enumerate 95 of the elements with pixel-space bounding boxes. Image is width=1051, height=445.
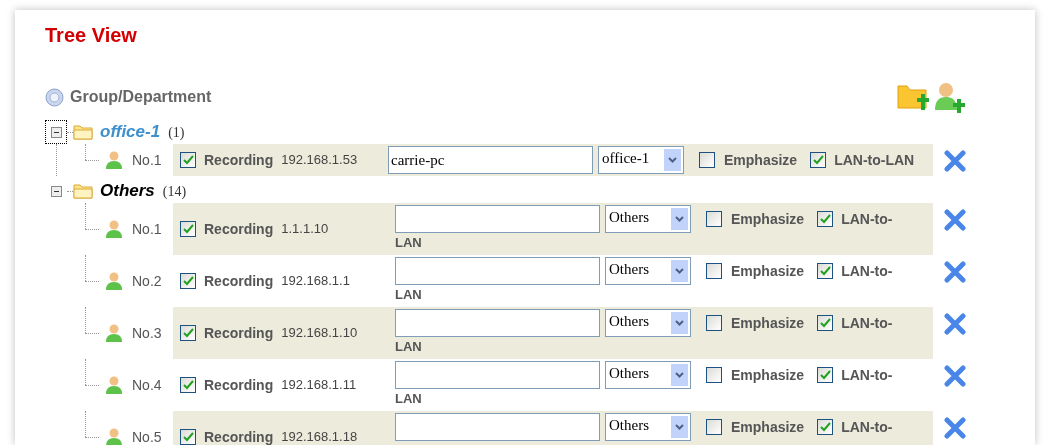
chevron-down-icon bbox=[671, 312, 688, 334]
group-count: (1) bbox=[168, 123, 185, 142]
checkbox[interactable] bbox=[817, 263, 834, 279]
ip-address: 192.168.1.1 bbox=[281, 272, 350, 291]
checkbox-label: LAN-to- bbox=[841, 261, 893, 281]
group-dropdown[interactable]: Others bbox=[605, 413, 691, 441]
delete-icon[interactable] bbox=[944, 209, 966, 231]
ip-address: 192.168.1.53 bbox=[281, 151, 358, 170]
expander-toggle[interactable] bbox=[45, 120, 67, 144]
checkbox-label: LAN-to- bbox=[841, 417, 893, 437]
add-folder-icon[interactable] bbox=[897, 82, 929, 112]
name-input[interactable] bbox=[395, 205, 600, 233]
device-number: No.1 bbox=[132, 219, 162, 239]
device-number: No.4 bbox=[132, 375, 162, 395]
person-icon bbox=[105, 427, 123, 445]
delete-icon[interactable] bbox=[944, 365, 966, 387]
checkbox-label: Emphasize bbox=[724, 150, 798, 170]
checkbox-label: Recording bbox=[204, 150, 274, 170]
checkbox-label: Emphasize bbox=[731, 313, 805, 333]
folder-icon bbox=[73, 124, 93, 140]
device-number: No.3 bbox=[132, 323, 162, 343]
checkbox[interactable] bbox=[817, 315, 834, 331]
checkbox-label: Recording bbox=[204, 323, 274, 343]
name-input[interactable] bbox=[395, 257, 600, 285]
checkbox[interactable] bbox=[699, 152, 715, 168]
name-input[interactable] bbox=[395, 413, 600, 441]
checkbox-label: Recording bbox=[204, 375, 274, 395]
chevron-down-icon bbox=[664, 149, 681, 171]
group-dropdown[interactable]: office-1 bbox=[598, 146, 684, 174]
minus-box-icon bbox=[50, 185, 62, 197]
checkbox[interactable] bbox=[180, 429, 196, 445]
checkbox[interactable] bbox=[706, 315, 722, 331]
checkbox[interactable] bbox=[810, 152, 827, 168]
ip-address: 192.168.1.18 bbox=[281, 428, 358, 445]
checkbox-label: LAN-to- bbox=[841, 313, 893, 333]
checkbox[interactable] bbox=[180, 273, 196, 289]
checkbox[interactable] bbox=[180, 152, 196, 168]
checkbox-label: LAN-to- bbox=[841, 365, 893, 385]
person-icon bbox=[105, 219, 123, 239]
name-input[interactable] bbox=[395, 361, 600, 389]
device-number: No.1 bbox=[132, 150, 162, 170]
checkbox-label: LAN bbox=[395, 391, 422, 407]
person-icon bbox=[105, 150, 123, 170]
checkbox-label: Emphasize bbox=[731, 365, 805, 385]
group-dropdown[interactable]: Others bbox=[605, 309, 691, 337]
checkbox-label: LAN bbox=[395, 287, 422, 303]
checkbox[interactable] bbox=[706, 419, 722, 435]
checkbox-label: Recording bbox=[204, 427, 274, 445]
checkbox[interactable] bbox=[180, 221, 196, 237]
page-title: Tree View bbox=[45, 24, 138, 46]
name-input[interactable]: carrie-pc bbox=[388, 146, 593, 174]
chevron-down-icon bbox=[671, 208, 688, 230]
name-input[interactable] bbox=[395, 309, 600, 337]
globe-icon bbox=[45, 87, 64, 107]
checkbox[interactable] bbox=[180, 377, 196, 393]
person-icon bbox=[105, 323, 123, 343]
chevron-down-icon bbox=[671, 364, 688, 386]
delete-icon[interactable] bbox=[944, 150, 966, 172]
group-dropdown[interactable]: Others bbox=[605, 205, 691, 233]
ip-address: 1.1.1.10 bbox=[281, 220, 329, 239]
group-count: (14) bbox=[162, 182, 187, 201]
delete-icon[interactable] bbox=[944, 261, 966, 283]
checkbox-label: LAN bbox=[395, 235, 422, 251]
checkbox-label: Emphasize bbox=[731, 417, 805, 437]
delete-icon[interactable] bbox=[944, 313, 966, 335]
checkbox[interactable] bbox=[706, 367, 722, 383]
person-icon bbox=[105, 271, 123, 291]
checkbox[interactable] bbox=[817, 419, 834, 435]
add-user-icon[interactable] bbox=[933, 81, 965, 113]
group-name[interactable]: Others bbox=[100, 178, 155, 204]
person-icon bbox=[105, 375, 123, 395]
chevron-down-icon bbox=[671, 260, 688, 282]
checkbox-label: LAN-to- bbox=[841, 209, 893, 229]
tree-root-label: Group/Department bbox=[70, 87, 212, 107]
device-number: No.5 bbox=[132, 427, 162, 445]
chevron-down-icon bbox=[671, 416, 688, 438]
group-dropdown[interactable]: Others bbox=[605, 361, 691, 389]
checkbox[interactable] bbox=[180, 325, 196, 341]
checkbox-label: Recording bbox=[204, 219, 274, 239]
delete-icon[interactable] bbox=[944, 417, 966, 439]
checkbox[interactable] bbox=[817, 211, 834, 227]
checkbox[interactable] bbox=[706, 263, 722, 279]
checkbox[interactable] bbox=[706, 211, 722, 227]
checkbox-label: LAN bbox=[395, 339, 422, 355]
minus-box-icon bbox=[50, 126, 62, 138]
device-number: No.2 bbox=[132, 271, 162, 291]
group-dropdown[interactable]: Others bbox=[605, 257, 691, 285]
ip-address: 192.168.1.10 bbox=[281, 324, 358, 343]
folder-icon bbox=[73, 183, 93, 199]
ip-address: 192.168.1.11 bbox=[281, 376, 357, 395]
checkbox-label: LAN-to-LAN bbox=[834, 150, 915, 170]
checkbox-label: Emphasize bbox=[731, 209, 805, 229]
checkbox[interactable] bbox=[817, 367, 834, 383]
checkbox-label: Recording bbox=[204, 271, 274, 291]
checkbox-label: Emphasize bbox=[731, 261, 805, 281]
